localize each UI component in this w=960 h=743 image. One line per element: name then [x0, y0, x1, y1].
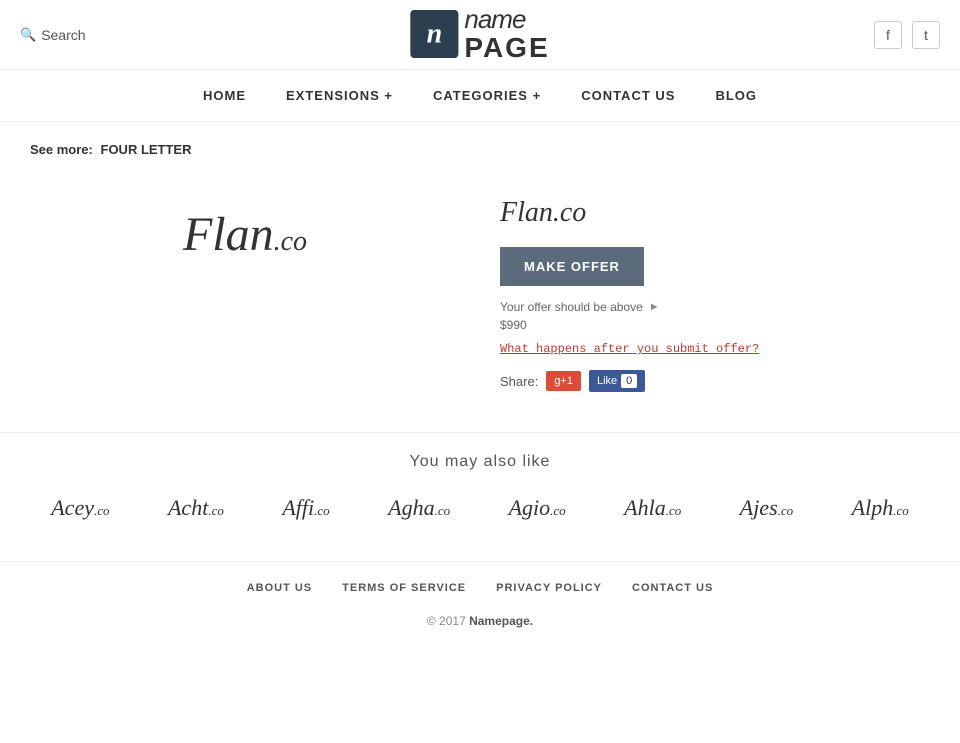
nav-item-categories[interactable]: CATEGORIES + [433, 88, 541, 103]
domain-item-name: Acey [51, 495, 94, 520]
domain-logo-display: Flan.co [183, 207, 307, 262]
domain-info: Flan.co Make Offer Your offer should be … [500, 187, 930, 392]
breadcrumb: See more: FOUR LETTER [0, 122, 960, 177]
nav-item-home[interactable]: HOME [203, 88, 246, 103]
logo-icon: n [410, 10, 458, 58]
offer-info: Your offer should be above ► [500, 300, 930, 314]
domain-item-name: Affi [282, 495, 314, 520]
logo-name: name [464, 5, 549, 34]
domain-item-tld: .co [314, 503, 330, 518]
what-happens-link[interactable]: What happens after you submit offer? [500, 342, 930, 356]
nav-item-contact[interactable]: CONTACT US [581, 88, 675, 103]
domain-list-item[interactable]: Alph.co [852, 495, 909, 521]
share-row: Share: g+1 Like 0 [500, 370, 930, 392]
header: 🔍 Search n name PAGE f t [0, 0, 960, 70]
domain-list-item[interactable]: Ajes.co [740, 495, 793, 521]
breadcrumb-prefix: See more: [30, 142, 93, 157]
footer-brand-link[interactable]: Namepage. [469, 614, 533, 628]
domain-logo-name: Flan [183, 208, 274, 261]
footer: ABOUT US TERMS OF SERVICE PRIVACY POLICY CO… [0, 561, 960, 648]
domain-logo-area: Flan.co [30, 187, 460, 392]
share-label: Share: [500, 374, 538, 389]
also-like-section: You may also like Acey.coAcht.coAffi.coA… [0, 432, 960, 561]
domain-title: Flan.co [500, 197, 930, 229]
domain-item-name: Alph [852, 495, 894, 520]
footer-copy-prefix: © 2017 [427, 614, 466, 628]
domain-list-item[interactable]: Acey.co [51, 495, 109, 521]
search-icon: 🔍 [20, 27, 36, 43]
domain-item-tld: .co [94, 503, 110, 518]
domain-item-name: Agha [388, 495, 434, 520]
domain-item-name: Agio [509, 495, 551, 520]
twitter-icon[interactable]: t [912, 21, 940, 49]
offer-arrow-icon: ► [649, 301, 660, 313]
nav-item-extensions[interactable]: EXTENSIONS + [286, 88, 393, 103]
domain-item-tld: .co [208, 503, 224, 518]
domain-list: Acey.coAcht.coAffi.coAgha.coAgio.coAhla.… [30, 495, 930, 521]
svg-text:n: n [427, 19, 443, 50]
facebook-icon[interactable]: f [874, 21, 902, 49]
fb-like-button[interactable]: Like 0 [589, 370, 645, 392]
domain-item-tld: .co [550, 503, 566, 518]
domain-list-item[interactable]: Agio.co [509, 495, 566, 521]
fb-count: 0 [621, 374, 637, 388]
domain-item-name: Acht [168, 495, 208, 520]
footer-nav-privacy[interactable]: PRIVACY POLICY [496, 582, 602, 594]
offer-info-text: Your offer should be above [500, 300, 643, 314]
footer-nav-contact[interactable]: CONTACT US [632, 582, 713, 594]
domain-item-name: Ajes [740, 495, 778, 520]
offer-price: $990 [500, 318, 930, 332]
search-label[interactable]: Search [41, 27, 85, 43]
domain-list-item[interactable]: Ahla.co [624, 495, 681, 521]
logo-text: name PAGE [464, 5, 549, 64]
logo[interactable]: n name PAGE [410, 5, 549, 64]
make-offer-button[interactable]: Make Offer [500, 247, 644, 286]
fb-like-label: Like [597, 375, 617, 387]
breadcrumb-link[interactable]: FOUR LETTER [101, 142, 192, 157]
domain-item-tld: .co [778, 503, 794, 518]
footer-nav-terms[interactable]: TERMS OF SERVICE [342, 582, 466, 594]
main-content: Flan.co Flan.co Make Offer Your offer sh… [0, 177, 960, 432]
gplus-button[interactable]: g+1 [546, 371, 581, 391]
footer-nav: ABOUT US TERMS OF SERVICE PRIVACY POLICY CO… [30, 582, 930, 594]
domain-item-tld: .co [435, 503, 451, 518]
domain-list-item[interactable]: Acht.co [168, 495, 224, 521]
domain-list-item[interactable]: Affi.co [282, 495, 329, 521]
search-area[interactable]: 🔍 Search [20, 27, 86, 43]
domain-item-tld: .co [893, 503, 909, 518]
domain-item-tld: .co [666, 503, 682, 518]
domain-logo-tld: .co [274, 226, 307, 257]
domain-list-item[interactable]: Agha.co [388, 495, 450, 521]
also-like-title: You may also like [30, 453, 930, 471]
footer-nav-about[interactable]: ABOUT US [247, 582, 312, 594]
logo-page: PAGE [464, 33, 549, 64]
footer-copy: © 2017 Namepage. [30, 614, 930, 628]
nav-item-blog[interactable]: BLOG [715, 88, 757, 103]
main-nav: HOME EXTENSIONS + CATEGORIES + CONTACT U… [0, 70, 960, 122]
social-links: f t [874, 21, 940, 49]
domain-item-name: Ahla [624, 495, 666, 520]
